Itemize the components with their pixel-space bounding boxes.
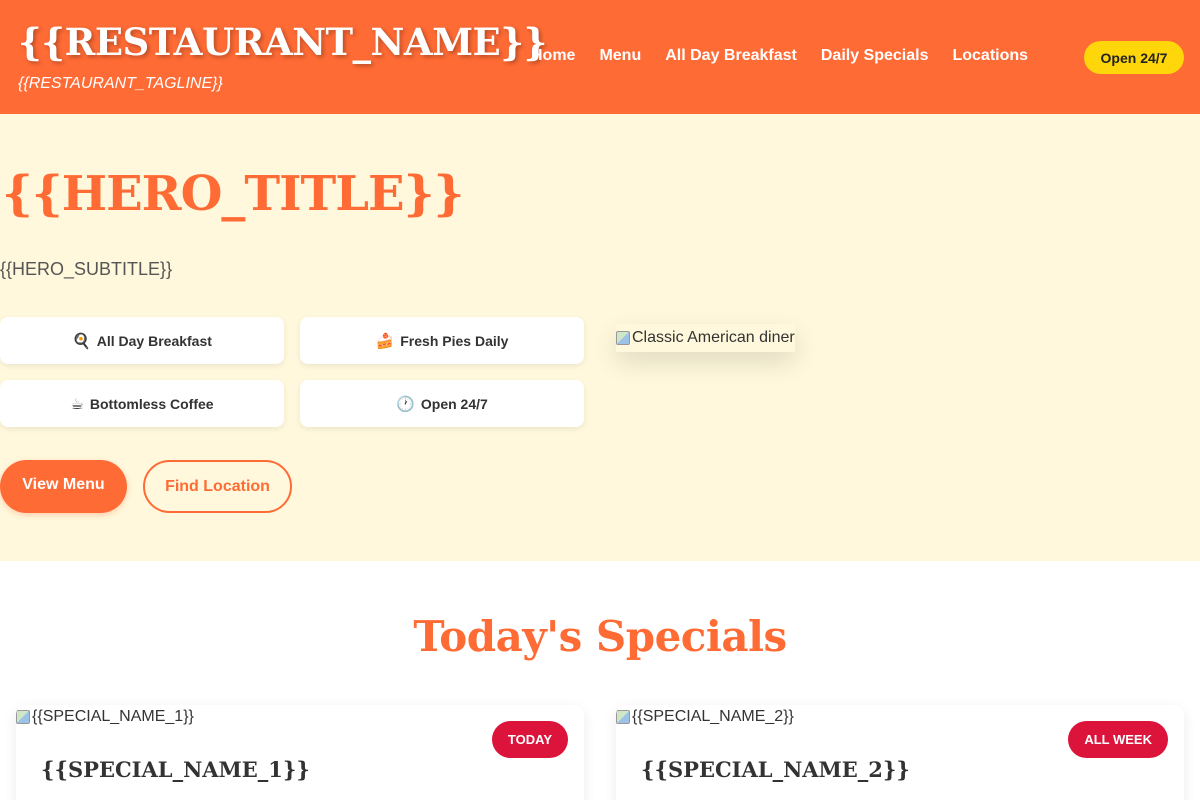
special-tag: TODAY <box>491 721 568 758</box>
feature-label: Bottomless Coffee <box>89 395 214 412</box>
hero-title: {{HERO_TITLE}} <box>2 166 464 222</box>
site-header: {{RESTAURANT_NAME}} {{RESTAURANT_TAGLINE… <box>0 0 1200 114</box>
frying-pan-icon: 🍳 <box>72 332 91 350</box>
feature-fresh-pies: 🍰 Fresh Pies Daily <box>300 317 584 364</box>
open-hours-badge: Open 24/7 <box>1084 41 1184 74</box>
hero-image-alt: Classic American diner <box>632 329 795 346</box>
feature-label: Open 24/7 <box>420 395 488 412</box>
specials-heading: Today's Specials <box>413 612 787 661</box>
broken-image-icon <box>616 331 630 345</box>
view-menu-button[interactable]: View Menu <box>0 460 127 513</box>
hero-image: Classic American diner <box>616 324 795 352</box>
feature-open-24-7: 🕐 Open 24/7 <box>300 380 584 427</box>
cake-icon: 🍰 <box>375 332 395 350</box>
special-name: {{SPECIAL_NAME_2}} <box>641 757 910 782</box>
special-name: {{SPECIAL_NAME_1}} <box>41 757 310 782</box>
coffee-icon: ☕ <box>70 395 84 413</box>
special-card[interactable]: {{SPECIAL_NAME_1}} TODAY {{SPECIAL_NAME_… <box>16 705 584 800</box>
nav-link-home[interactable]: Home <box>531 45 575 67</box>
feature-label: Fresh Pies Daily <box>400 332 509 349</box>
clock-icon: 🕐 <box>396 395 415 413</box>
special-tag: ALL WEEK <box>1068 721 1168 758</box>
feature-bottomless-coffee: ☕ Bottomless Coffee <box>0 380 284 427</box>
feature-label: All Day Breakfast <box>96 332 212 349</box>
hero-section: {{HERO_TITLE}} {{HERO_SUBTITLE}} 🍳 All D… <box>0 114 1200 561</box>
nav-link-all-day-breakfast[interactable]: All Day Breakfast <box>665 45 797 67</box>
feature-all-day-breakfast: 🍳 All Day Breakfast <box>0 317 284 364</box>
hero-subtitle: {{HERO_SUBTITLE}} <box>0 259 173 279</box>
nav-link-daily-specials[interactable]: Daily Specials <box>821 45 929 67</box>
restaurant-tagline: {{RESTAURANT_TAGLINE}} <box>18 75 223 92</box>
special-card[interactable]: {{SPECIAL_NAME_2}} ALL WEEK {{SPECIAL_NA… <box>616 705 1184 800</box>
special-image-alt: {{SPECIAL_NAME_2}} <box>632 708 794 725</box>
nav-link-locations[interactable]: Locations <box>952 45 1028 67</box>
broken-image-icon <box>16 710 30 724</box>
special-image: {{SPECIAL_NAME_2}} <box>616 707 794 727</box>
main-nav: Home Menu All Day Breakfast Daily Specia… <box>531 45 1028 67</box>
broken-image-icon <box>616 710 630 724</box>
special-image-alt: {{SPECIAL_NAME_1}} <box>32 708 194 725</box>
restaurant-name[interactable]: {{RESTAURANT_NAME}} <box>18 20 547 64</box>
special-image: {{SPECIAL_NAME_1}} <box>16 707 194 727</box>
nav-link-menu[interactable]: Menu <box>599 45 641 67</box>
find-location-button[interactable]: Find Location <box>143 460 292 513</box>
